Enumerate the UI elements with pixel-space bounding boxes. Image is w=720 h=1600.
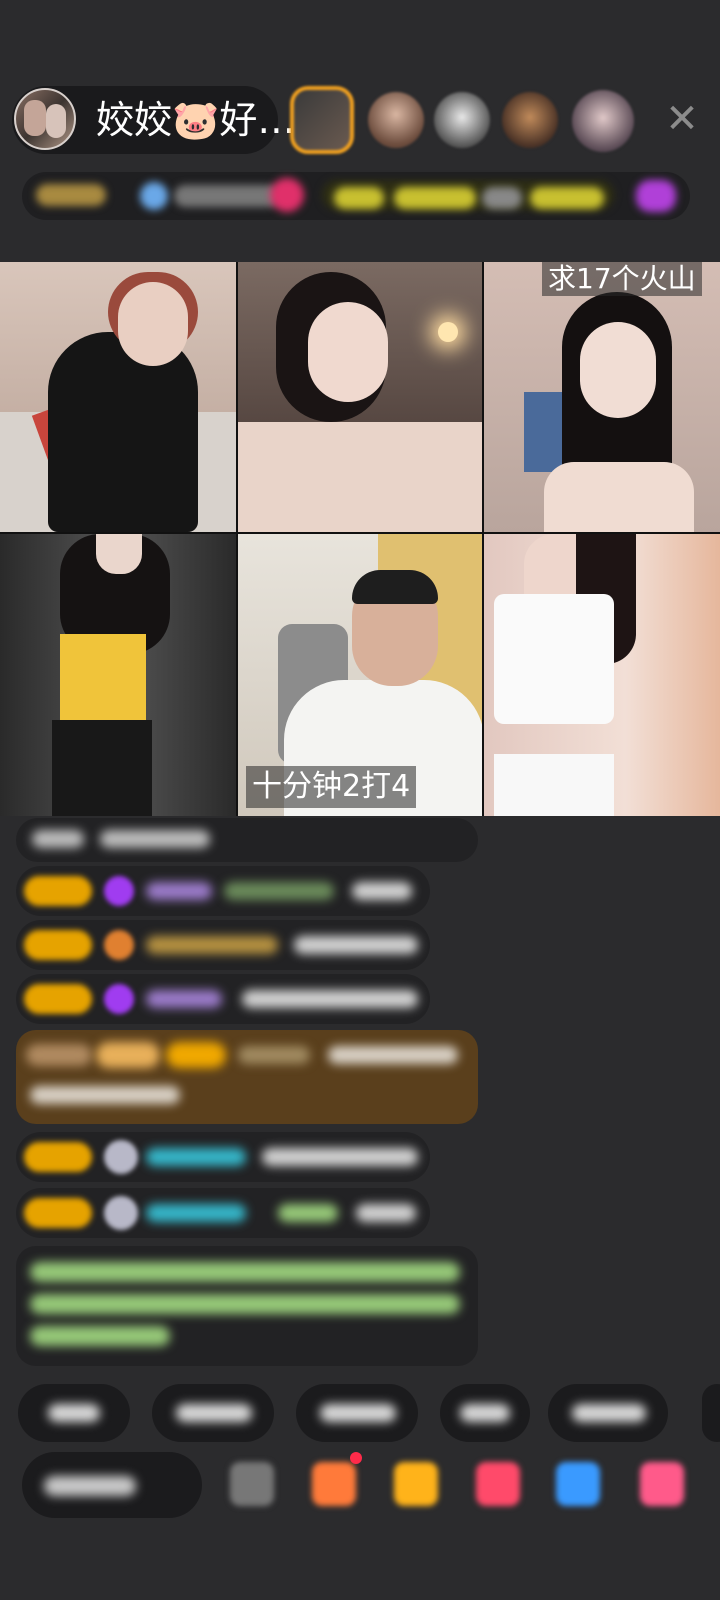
message-icon[interactable] [230,1462,274,1506]
gift-box-icon[interactable] [394,1462,438,1506]
video-cell-5[interactable]: 十分钟2打4 [238,534,482,816]
quick-reply-6[interactable] [702,1384,720,1442]
video-cell-3[interactable]: 求17个火山 [484,262,720,532]
quick-reply-2[interactable] [152,1384,274,1442]
video-caption-top-right: 求17个火山 [542,262,702,296]
viewer-avatar-4[interactable] [502,92,558,148]
chat-message-5[interactable] [16,1132,430,1182]
viewer-avatar-5[interactable] [572,90,634,152]
quick-reply-5[interactable] [548,1384,668,1442]
video-caption-bottom-center: 十分钟2打4 [246,766,417,808]
host-name[interactable]: 姣姣🐷好… [96,98,295,142]
video-cell-1[interactable] [0,262,236,532]
game-icon[interactable] [556,1462,600,1506]
chat-message-4[interactable] [16,974,430,1024]
close-icon[interactable]: ✕ [660,94,704,144]
video-cell-2[interactable] [238,262,482,532]
multi-guest-video-grid: 求17个火山 十分钟2打4 [0,262,720,816]
chat-message-1[interactable] [16,818,478,862]
video-cell-6[interactable] [484,534,720,816]
gift-icon[interactable] [270,178,304,212]
chat-message-3[interactable] [16,920,430,970]
video-cell-4[interactable] [0,534,236,816]
viewer-avatar-3[interactable] [434,92,490,148]
chat-message-6[interactable] [16,1188,430,1238]
quick-reply-3[interactable] [296,1384,418,1442]
chat-message-2[interactable] [16,866,430,916]
message-input[interactable] [22,1452,202,1518]
gift-icon[interactable] [476,1462,520,1506]
host-avatar[interactable] [14,88,76,150]
system-notice [16,1246,478,1366]
quick-reply-4[interactable] [440,1384,530,1442]
more-icon[interactable] [640,1462,684,1506]
fan-club-icon[interactable] [636,180,676,212]
shop-icon[interactable] [312,1462,356,1506]
live-info-row[interactable] [22,172,690,220]
quick-reply-1[interactable] [18,1384,130,1442]
notification-dot [350,1452,362,1464]
viewer-avatar-2[interactable] [368,92,424,148]
chat-message-highlighted[interactable] [16,1030,478,1124]
viewer-avatar-1[interactable] [290,86,354,154]
